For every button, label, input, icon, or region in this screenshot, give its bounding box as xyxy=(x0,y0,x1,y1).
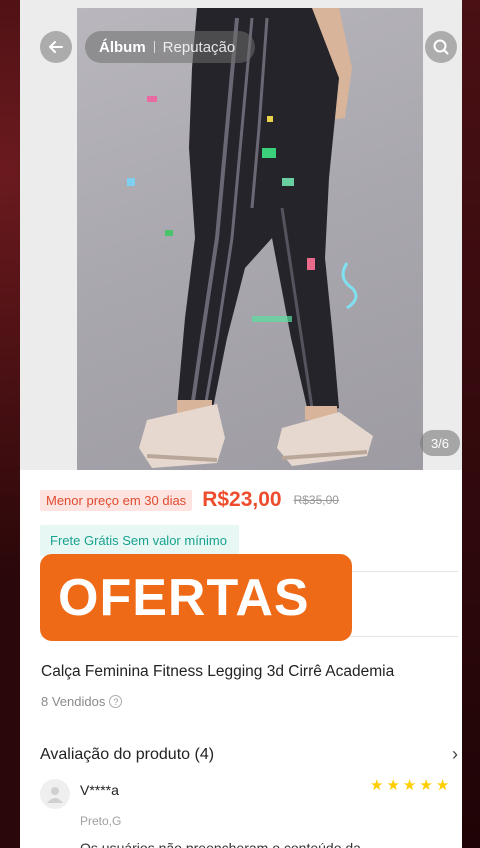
original-price: R$35,00 xyxy=(293,493,339,507)
product-page: Álbum Reputação 3/6 Menor preço em 30 di… xyxy=(20,0,462,848)
star-icon: ★ xyxy=(370,777,384,794)
back-button[interactable] xyxy=(40,31,72,63)
reviewer-name: V****a xyxy=(80,782,119,798)
avatar xyxy=(40,779,70,809)
chevron-right-icon: › xyxy=(452,744,458,764)
search-icon xyxy=(433,39,449,55)
reviews-header[interactable]: Avaliação do produto (4) › xyxy=(40,744,458,765)
free-shipping-badge: Frete Grátis Sem valor mínimo xyxy=(40,525,239,556)
product-gallery[interactable]: Álbum Reputação 3/6 xyxy=(20,0,462,470)
star-icon: ★ xyxy=(386,777,400,794)
product-image xyxy=(77,8,423,470)
ofertas-banner: OFERTAS xyxy=(40,554,352,641)
gallery-tabs: Álbum Reputação xyxy=(85,31,255,63)
sold-count-label: 8 Vendidos xyxy=(41,694,106,709)
help-icon[interactable]: ? xyxy=(109,695,123,708)
user-icon xyxy=(47,787,63,803)
star-icon: ★ xyxy=(435,777,450,794)
price-row: Menor preço em 30 dias R$23,00 R$35,00 xyxy=(40,488,339,512)
background-right xyxy=(462,0,480,848)
search-button[interactable] xyxy=(425,31,457,63)
review-text: Os usuários não preencheram o conteúdo d… xyxy=(80,840,361,848)
arrow-left-icon xyxy=(49,41,63,53)
tab-reputation[interactable]: Reputação xyxy=(163,39,236,56)
tab-divider xyxy=(153,41,155,53)
rating-stars: ★ ★ ★ ★ ★ xyxy=(370,778,449,793)
sold-count: 8 Vendidos ? xyxy=(41,694,123,709)
review-variant: Preto,G xyxy=(80,814,122,828)
tab-album[interactable]: Álbum xyxy=(99,39,146,56)
current-price: R$23,00 xyxy=(202,488,282,511)
star-icon: ★ xyxy=(419,777,433,794)
image-counter: 3/6 xyxy=(420,430,460,456)
background-left xyxy=(0,0,20,848)
star-icon: ★ xyxy=(402,777,417,794)
lowest-price-badge: Menor preço em 30 dias xyxy=(40,489,193,511)
reviews-title: Avaliação do produto (4) xyxy=(40,745,215,763)
product-title: Calça Feminina Fitness Legging 3d Cirrê … xyxy=(41,663,395,680)
